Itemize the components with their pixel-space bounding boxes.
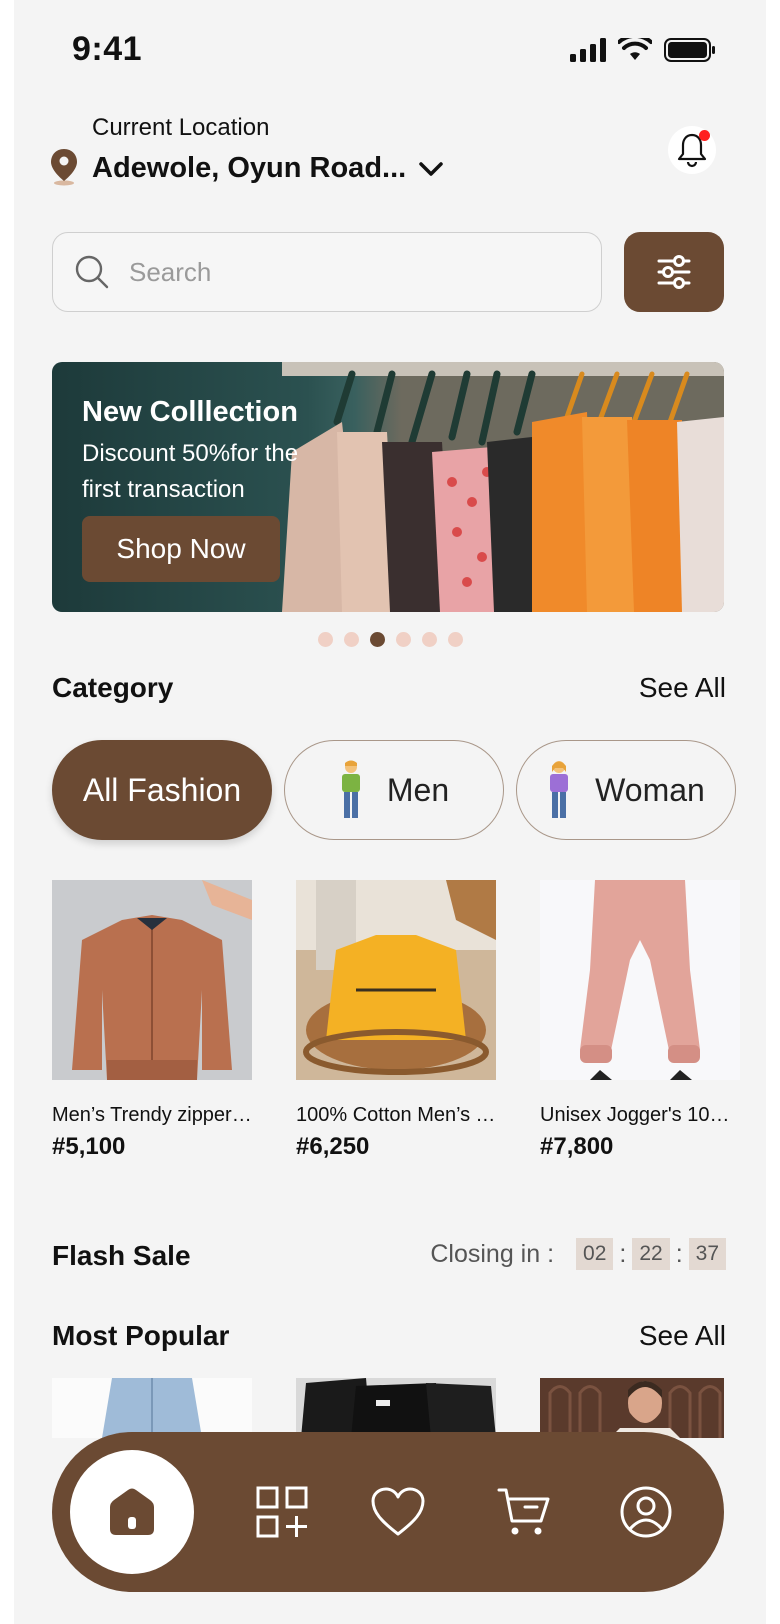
category-see-all-link[interactable]: See All	[639, 672, 726, 704]
product-name: 100% Cotton Men’s T-Shirt	[296, 1104, 496, 1126]
category-title: Category	[52, 672, 174, 703]
flash-sale-title: Flash Sale	[52, 1240, 191, 1271]
product-price: #6,250	[296, 1133, 370, 1160]
chip-woman[interactable]: Woman	[516, 740, 736, 840]
search-icon	[75, 255, 109, 289]
countdown-separator: :	[675, 1239, 683, 1268]
battery-icon	[664, 38, 715, 62]
nav-profile-button[interactable]	[614, 1480, 678, 1544]
location-pin-icon	[51, 149, 77, 186]
heart-icon	[371, 1487, 425, 1536]
product-image	[52, 880, 252, 1080]
carousel-dot[interactable]	[421, 632, 437, 647]
chevron-down-icon	[419, 161, 443, 176]
cart-icon	[497, 1488, 550, 1535]
carousel-dot[interactable]	[369, 632, 385, 647]
chip-all-fashion[interactable]: All Fashion	[52, 740, 272, 840]
banner-subtitle: Discount 50%for the first transaction	[82, 440, 299, 503]
popular-item-image[interactable]	[52, 1378, 252, 1438]
woman-icon	[550, 761, 569, 818]
popular-item-image[interactable]	[296, 1378, 496, 1438]
product-price: #7,800	[540, 1133, 614, 1160]
nav-home-button[interactable]	[70, 1450, 194, 1574]
shop-now-button[interactable]: Shop Now	[82, 516, 280, 582]
countdown-hours: 02	[576, 1238, 614, 1270]
carousel-dot[interactable]	[343, 632, 359, 647]
countdown-minutes: 22	[632, 1238, 670, 1270]
carousel-dot[interactable]	[447, 632, 463, 647]
product-card[interactable]: Unisex Jogger's 100% Cotton #7,800	[540, 880, 740, 1161]
product-image	[296, 880, 496, 1080]
countdown-seconds: 37	[688, 1238, 726, 1270]
chip-label: Men	[386, 771, 450, 808]
location-selector[interactable]: Adewole, Oyun Road...	[92, 152, 444, 185]
chip-men[interactable]: Men	[284, 740, 504, 840]
search-bar[interactable]	[52, 232, 602, 312]
most-popular-title: Most Popular	[52, 1320, 230, 1351]
flash-sale-countdown: Closing in : 02 : 22 : 37	[430, 1238, 726, 1270]
location-label: Current Location	[92, 114, 270, 141]
man-icon	[341, 760, 360, 818]
nav-cart-button[interactable]	[492, 1480, 556, 1544]
carousel-dot[interactable]	[317, 632, 333, 647]
filter-sliders-icon	[657, 255, 691, 289]
nav-wishlist-button[interactable]	[366, 1480, 430, 1544]
home-icon	[110, 1488, 154, 1535]
status-icons	[570, 38, 716, 62]
most-popular-see-all-link[interactable]: See All	[639, 1320, 726, 1352]
status-time: 9:41	[72, 30, 143, 68]
chip-label: All Fashion	[82, 771, 242, 808]
banner-title: New Colllection	[82, 396, 298, 428]
notification-dot	[699, 130, 710, 141]
filter-button[interactable]	[624, 232, 724, 312]
product-price: #5,100	[52, 1133, 126, 1160]
product-card[interactable]: Men’s Trendy zipper Jacket #5,100	[52, 880, 252, 1161]
product-image	[540, 880, 740, 1080]
carousel-dots	[14, 632, 766, 647]
product-card[interactable]: 100% Cotton Men’s T-Shirt #6,250	[296, 880, 496, 1161]
product-name: Unisex Jogger's 100% Cotton	[540, 1104, 740, 1126]
notification-button[interactable]	[668, 126, 716, 174]
closing-label: Closing in :	[430, 1239, 555, 1268]
categories-icon	[256, 1486, 308, 1538]
nav-categories-button[interactable]	[250, 1480, 314, 1544]
product-name: Men’s Trendy zipper Jacket	[52, 1104, 252, 1126]
promo-banner[interactable]: New Colllection Discount 50%for the firs…	[52, 362, 724, 612]
chip-label: Woman	[595, 771, 705, 808]
popular-item-image[interactable]	[540, 1378, 740, 1438]
search-input[interactable]	[129, 256, 569, 288]
location-value: Adewole, Oyun Road...	[92, 152, 407, 184]
carousel-dot[interactable]	[395, 632, 411, 647]
bottom-nav	[52, 1432, 724, 1592]
signal-icon	[570, 38, 606, 62]
countdown-separator: :	[619, 1239, 627, 1268]
app-screen: 9:41 Current Location Adewole, Oyun Road…	[14, 0, 766, 1624]
clothes-rack-image	[282, 362, 724, 612]
profile-icon	[620, 1486, 672, 1538]
wifi-icon	[618, 38, 652, 60]
